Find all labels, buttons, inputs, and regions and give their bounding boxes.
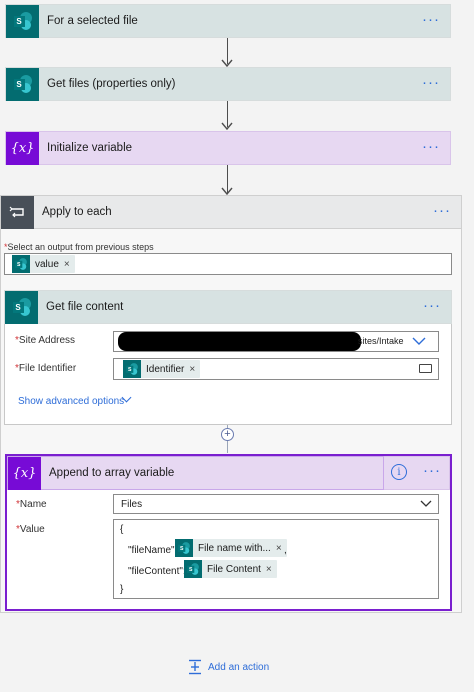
- step-get-files[interactable]: S Get files (properties only) ···: [5, 67, 451, 101]
- value-token[interactable]: S value ×: [12, 255, 75, 273]
- value-editor[interactable]: [113, 519, 439, 599]
- redacted-block: [118, 332, 361, 351]
- step-title: Initialize variable: [47, 142, 133, 154]
- more-options-button[interactable]: ···: [423, 463, 441, 478]
- name-dropdown[interactable]: [113, 494, 439, 514]
- step-title: Apply to each: [42, 206, 112, 218]
- sharepoint-icon: S: [123, 360, 141, 378]
- token-label: File Content: [207, 563, 261, 575]
- chevron-down-icon[interactable]: [420, 499, 432, 508]
- sharepoint-icon: S: [6, 67, 39, 101]
- key-filename: "fileName":: [128, 545, 178, 556]
- step-title: Get file content: [46, 301, 124, 313]
- sharepoint-icon: S: [12, 255, 30, 273]
- site-address-value: sites/Intake: [358, 336, 404, 346]
- remove-token-button[interactable]: ×: [266, 564, 277, 575]
- token-label: Identifier: [146, 363, 185, 375]
- more-options-button[interactable]: ···: [433, 203, 451, 218]
- show-advanced-options-link[interactable]: Show advanced options: [18, 396, 124, 407]
- step-get-file-content[interactable]: S Get file content ···: [4, 290, 452, 324]
- arrow-down-icon: [221, 122, 233, 131]
- remove-token-button[interactable]: ×: [189, 364, 200, 375]
- more-options-button[interactable]: ···: [422, 75, 440, 90]
- step-title: Append to array variable: [49, 467, 175, 479]
- step-title: Get files (properties only): [47, 78, 176, 90]
- sharepoint-icon: S: [175, 539, 193, 557]
- variable-icon: {x}: [8, 456, 41, 490]
- brace-open: {: [120, 524, 124, 535]
- variable-icon: {x}: [6, 131, 39, 165]
- file-content-token[interactable]: S File Content ×: [184, 560, 277, 578]
- add-action-button[interactable]: Add an action: [188, 659, 269, 675]
- site-address-label: *Site Address: [15, 335, 76, 346]
- info-icon[interactable]: i: [391, 464, 407, 480]
- name-label: *Name: [16, 499, 47, 510]
- step-for-selected-file[interactable]: S For a selected file ···: [5, 4, 451, 38]
- step-append-array[interactable]: {x} Append to array variable: [7, 456, 384, 490]
- step-apply-to-each[interactable]: Apply to each ···: [0, 195, 462, 229]
- sharepoint-icon: S: [6, 4, 39, 38]
- identifier-token[interactable]: S Identifier ×: [123, 360, 201, 378]
- folder-icon[interactable]: [419, 364, 432, 373]
- file-identifier-label: *File Identifier: [15, 363, 77, 374]
- add-action-label: Add an action: [208, 661, 270, 673]
- loop-icon: [1, 195, 34, 229]
- more-options-button[interactable]: ···: [422, 139, 440, 154]
- add-action-icon: [189, 659, 201, 675]
- name-value: Files: [121, 499, 143, 510]
- more-options-button[interactable]: ···: [423, 298, 441, 313]
- token-label: File name with...: [198, 542, 271, 554]
- step-initialize-variable[interactable]: {x} Initialize variable ···: [5, 131, 451, 165]
- sharepoint-icon: S: [5, 290, 38, 324]
- step-title: For a selected file: [47, 15, 138, 27]
- sharepoint-icon: S: [184, 560, 202, 578]
- chevron-down-icon[interactable]: [412, 336, 426, 346]
- comma: ,: [284, 545, 287, 556]
- more-options-button[interactable]: ···: [422, 12, 440, 27]
- select-output-label: *Select an output from previous steps: [4, 242, 154, 252]
- brace-close: }: [120, 584, 124, 595]
- token-label: value: [35, 258, 59, 270]
- file-name-token[interactable]: S File name with... ×: [175, 539, 287, 557]
- key-filecontent: "fileContent":: [128, 566, 186, 577]
- value-label: *Value: [16, 524, 45, 535]
- remove-token-button[interactable]: ×: [64, 259, 75, 270]
- add-step-button[interactable]: +: [221, 428, 234, 441]
